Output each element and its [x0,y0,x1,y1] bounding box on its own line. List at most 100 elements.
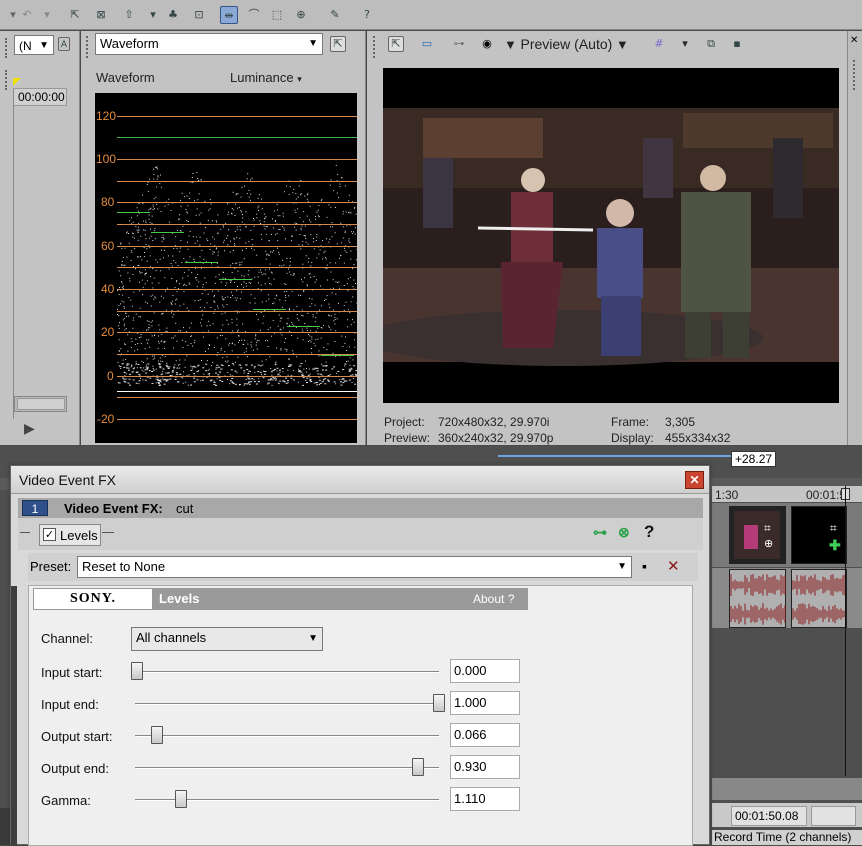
draw-tool-icon[interactable]: ✎ [326,6,344,24]
panel-grip[interactable] [5,38,8,58]
luminance-toggle[interactable]: Luminance ▾ [230,70,302,85]
lock-icon[interactable]: ⊡ [190,6,208,24]
plugin-chain-levels[interactable]: ✓ Levels [39,524,101,546]
crop-icon[interactable]: ⌗ [764,521,771,536]
left-combo[interactable]: (N▼ [14,35,54,55]
gridline [117,419,357,420]
grid-dropdown-icon[interactable]: ▾ [676,35,694,53]
cursor-icon[interactable]: ⇱ [66,6,84,24]
slider-output-end[interactable] [135,767,439,769]
gridline [117,376,357,377]
right-strip [847,31,862,445]
plugin-chain-icon[interactable]: ⊶ [593,524,607,541]
save-preset-icon[interactable]: ▪ [642,558,647,574]
delete-preset-icon[interactable]: ✕ [667,557,680,575]
input-end-field[interactable]: 1.000 [450,691,520,715]
fx-icon[interactable]: ✚ [829,537,841,554]
play-icon[interactable]: ▶ [24,420,35,437]
gridline [117,267,357,268]
gridline [117,159,357,160]
output-start-field[interactable]: 0.066 [450,723,520,747]
selection-tool-icon[interactable]: ⬚ [268,6,286,24]
slider-thumb[interactable] [131,662,143,680]
levels-checkbox[interactable]: ✓ [43,528,56,541]
snap-icon[interactable]: ⇧ [120,6,138,24]
preview-quality-select[interactable]: ▼ Preview (Auto) ▼ [504,36,629,52]
slider-output-start[interactable] [135,735,439,737]
dialog-titlebar[interactable]: Video Event FX ✕ [11,466,709,494]
scope-label: 120 [96,109,116,123]
text-icon[interactable]: A [58,37,70,51]
scope-label: 60 [101,239,114,253]
timeline-scrollbar[interactable] [712,778,862,800]
slider-input-start[interactable] [135,671,439,673]
left-edge [0,808,10,845]
panel-grip[interactable] [5,70,8,90]
slider-thumb[interactable] [175,790,187,808]
left-combo-value: (N [19,39,32,53]
gridline [117,397,357,398]
video-event-fx-dialog: Video Event FX ✕ 1 Video Event FX: cut ✓… [10,465,710,845]
save-snapshot-icon[interactable]: ▪ [728,35,746,53]
video-clip[interactable]: ⌗ ⊕ [729,506,786,564]
gamma-field[interactable]: 1.110 [450,787,520,811]
audio-clip[interactable] [729,569,786,628]
panel-grip[interactable] [373,36,376,58]
fx-name: cut [176,501,193,516]
copy-snapshot-icon[interactable]: ⧉ [702,35,720,53]
redo-dropdown-icon[interactable]: ▾ [38,6,56,24]
channel-select[interactable]: All channels▼ [131,627,323,651]
end-time: 00:01:50.08 [731,806,807,826]
scope-title: Waveform [96,70,155,85]
snap-dropdown-icon[interactable]: ▾ [144,6,162,24]
panel-grip[interactable] [86,36,89,58]
group-icon[interactable]: ♣ [164,6,182,24]
scope-mode-select[interactable]: Waveform▼ [95,33,323,55]
scope-label: 40 [101,282,114,296]
envelope-tool-icon[interactable]: ⌒ [245,6,263,24]
remove-plugin-icon[interactable]: ⊗ [618,524,630,541]
main-toolbar: ▾ ↶ ▾ ⇱ ⊠ ⇧ ▾ ♣ ⊡ ⇹ ⌒ ⬚ ⊕ ✎ ? [0,0,862,30]
close-icon[interactable]: ✕ [850,35,858,46]
slider-thumb[interactable] [433,694,445,712]
gridline [117,332,357,333]
sony-logo: SONY. [33,588,153,610]
step-marker [253,309,286,310]
undo-icon[interactable]: ↶ [18,6,36,24]
plugin-panel: SONY. Levels About ? Channel: All channe… [28,585,693,846]
video-clip[interactable]: ⌗ ✚ [791,506,847,564]
about-link[interactable]: About ? [473,592,514,606]
envelope-icon[interactable]: ⊠ [92,6,110,24]
panel-grip[interactable] [853,60,856,90]
input-start-field[interactable]: 0.000 [450,659,520,683]
edit-tool-icon[interactable]: ⇹ [220,6,238,24]
gridline-minor [117,137,357,138]
zoom-tool-icon[interactable]: ⊕ [292,6,310,24]
param-label: Output end: [41,761,109,776]
output-end-field[interactable]: 0.930 [450,755,520,779]
cursor-line [845,486,846,776]
settings-icon[interactable]: ⇱ [388,36,404,52]
grid-icon[interactable]: # [650,35,668,53]
project-value: 720x480x32, 29.970i [438,415,549,429]
horizontal-scrollbar[interactable] [14,396,67,412]
help-icon[interactable]: ? [644,522,654,542]
timecode: 00:00:00 [13,88,67,106]
slider-input-end[interactable] [135,703,439,705]
scope-label: 80 [101,195,114,209]
settings-icon[interactable]: ⇱ [330,36,346,52]
marker-icon [13,78,21,86]
preset-select[interactable]: Reset to None▼ [77,556,632,578]
whats-this-icon[interactable]: ? [358,6,376,24]
preview-value: 360x240x32, 29.970p [438,431,553,445]
audio-clip[interactable] [791,569,847,628]
overlay-icon[interactable]: ◉ [478,35,496,53]
crop-icon[interactable]: ⌗ [830,521,837,536]
scope-label: 0 [107,369,114,383]
split-screen-icon[interactable]: ⊶ [450,35,468,53]
close-button[interactable]: ✕ [685,471,704,489]
fx-icon[interactable]: ⊕ [764,537,773,550]
external-monitor-icon[interactable]: ▭ [418,35,436,53]
slider-thumb[interactable] [151,726,163,744]
slider-thumb[interactable] [412,758,424,776]
